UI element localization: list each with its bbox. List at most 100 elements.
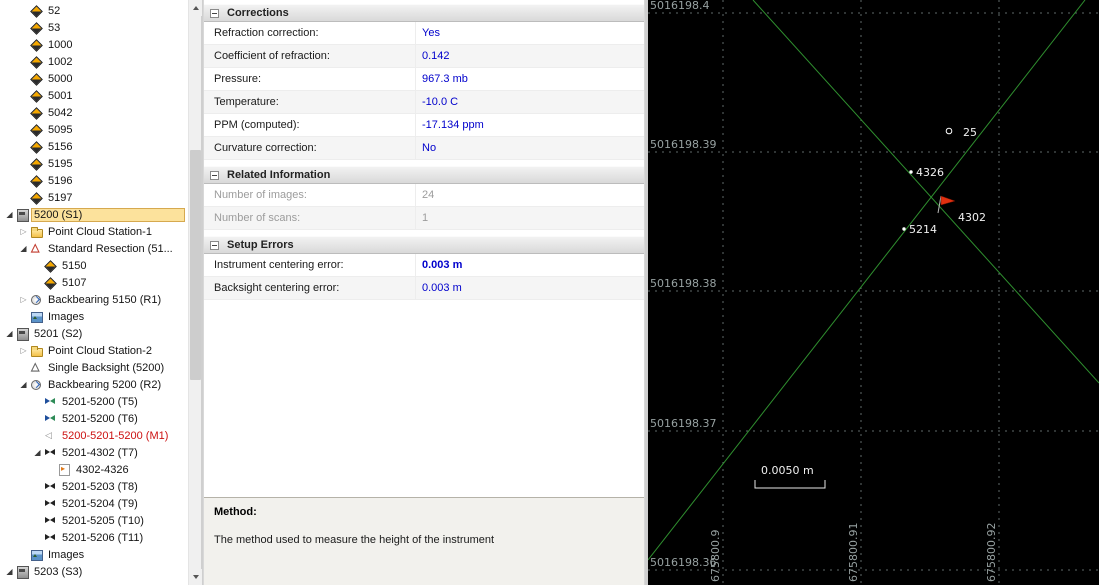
property-value[interactable]: 24 [416, 184, 644, 206]
tree-item[interactable]: 5195 [0, 155, 188, 172]
tree-item-label: 5200 (S1) [31, 208, 185, 222]
collapse-section-icon[interactable] [210, 9, 219, 18]
tree-item-label: 5201-4302 (T7) [59, 446, 141, 460]
tree-item[interactable]: 5201 (S2) [0, 325, 188, 342]
section-title: Corrections [227, 7, 289, 19]
point-marker-circle[interactable] [946, 128, 952, 134]
property-value[interactable]: -10.0 C [416, 91, 644, 113]
property-value[interactable]: 0.142 [416, 45, 644, 67]
tree-item[interactable]: 5150 [0, 257, 188, 274]
property-value[interactable]: 0.003 m [416, 254, 644, 276]
property-row: Coefficient of refraction:0.142 [204, 45, 644, 68]
tree-item[interactable]: 52 [0, 2, 188, 19]
scroll-down-icon[interactable] [189, 569, 202, 585]
tree-item[interactable]: 5001 [0, 87, 188, 104]
tree-item[interactable]: Single Backsight (5200) [0, 359, 188, 376]
section-header[interactable]: Related Information [204, 166, 644, 184]
property-value[interactable]: -17.134 ppm [416, 114, 644, 136]
tree-item[interactable]: 5200 (S1) [0, 206, 188, 223]
tree-expanded-icon[interactable] [3, 325, 16, 342]
tree-item[interactable]: 5201-5204 (T9) [0, 495, 188, 512]
plan-view-panel[interactable]: 5016198.45016198.395016198.385016198.375… [648, 0, 1099, 585]
northing-axis-label: 5016198.36 [650, 556, 716, 569]
tree-item[interactable]: Backbearing 5200 (R2) [0, 376, 188, 393]
property-row: Curvature correction:No [204, 137, 644, 160]
tree-expanded-icon[interactable] [3, 563, 16, 580]
tree-expanded-icon[interactable] [31, 444, 44, 461]
tree-item-label: Backbearing 5200 (R2) [45, 378, 164, 392]
tree-expanded-icon[interactable] [17, 240, 30, 257]
obs-t7-icon [44, 531, 57, 544]
properties-sections: CorrectionsRefraction correction:YesCoef… [204, 0, 644, 497]
tree-item[interactable]: 5201-5205 (T10) [0, 512, 188, 529]
easting-axis-label: 675800.92 [985, 523, 998, 583]
tree-item[interactable]: 5201-5206 (T11) [0, 529, 188, 546]
tree-item-label: 5201-5200 (T5) [59, 395, 141, 409]
tree-item[interactable]: 5197 [0, 189, 188, 206]
tree-item[interactable]: Point Cloud Station-2 [0, 342, 188, 359]
tree-item[interactable]: 5000 [0, 70, 188, 87]
collapse-section-icon[interactable] [210, 171, 219, 180]
plan-view-svg[interactable]: 5016198.45016198.395016198.385016198.375… [648, 0, 1099, 585]
property-value[interactable]: 1 [416, 207, 644, 229]
tree-item[interactable]: 5203 (S3) [0, 563, 188, 580]
point-icon [30, 38, 43, 51]
tree-item-label: 5201-5206 (T11) [59, 531, 146, 545]
tree-item-label: 5000 [45, 72, 75, 86]
point-icon [30, 55, 43, 68]
tree-item[interactable]: Images [0, 546, 188, 563]
property-section: Related InformationNumber of images:24Nu… [204, 166, 644, 230]
northing-axis-label: 5016198.39 [650, 138, 716, 151]
property-value[interactable]: 967.3 mb [416, 68, 644, 90]
tree-scrollbar[interactable] [188, 0, 201, 585]
scrollbar-thumb[interactable] [190, 150, 201, 380]
property-value[interactable]: No [416, 137, 644, 159]
tree-collapsed-icon[interactable] [17, 223, 30, 240]
point-icon [44, 276, 57, 289]
property-row: Backsight centering error:0.003 m [204, 277, 644, 300]
collapse-section-icon[interactable] [210, 241, 219, 250]
map-point-label: 4326 [916, 166, 944, 179]
section-header[interactable]: Setup Errors [204, 236, 644, 254]
tree-expanded-icon[interactable] [17, 376, 30, 393]
station-flag-icon[interactable] [941, 196, 955, 205]
tree-item-label: Single Backsight (5200) [45, 361, 167, 375]
tree-expanded-icon[interactable] [3, 206, 16, 223]
scroll-up-icon[interactable] [189, 0, 202, 16]
tree-item-label: 5201-5204 (T9) [59, 497, 141, 511]
tree-item[interactable]: Point Cloud Station-1 [0, 223, 188, 240]
tree-item[interactable]: 5196 [0, 172, 188, 189]
property-value[interactable]: 0.003 m [416, 277, 644, 299]
property-label: Instrument centering error: [204, 254, 416, 276]
tree-item[interactable]: Backbearing 5150 (R1) [0, 291, 188, 308]
tree-item[interactable]: 5095 [0, 121, 188, 138]
easting-axis-label: 675800.9 [709, 530, 722, 583]
tree-item[interactable]: 4302-4326 [0, 461, 188, 478]
tree-item[interactable]: Images [0, 308, 188, 325]
tree-item[interactable]: 1000 [0, 36, 188, 53]
tree-item[interactable]: 5200-5201-5200 (M1) [0, 427, 188, 444]
property-value[interactable]: Yes [416, 22, 644, 44]
point-marker-dot[interactable] [909, 170, 912, 173]
tree-item[interactable]: 5107 [0, 274, 188, 291]
tree-collapsed-icon[interactable] [17, 291, 30, 308]
tree-item[interactable]: 5156 [0, 138, 188, 155]
project-explorer-tree: 525310001002 50005001504250955156 51955196… [0, 2, 188, 580]
tree-item-label: 5201-5203 (T8) [59, 480, 141, 494]
scale-bar [755, 480, 825, 488]
tree-item-label: Point Cloud Station-2 [45, 344, 155, 358]
point-marker-dot[interactable] [902, 227, 905, 230]
tree-item[interactable]: 5042 [0, 104, 188, 121]
property-label: Backsight centering error: [204, 277, 416, 299]
tree-item[interactable]: 5201-4302 (T7) [0, 444, 188, 461]
section-header[interactable]: Corrections [204, 4, 644, 22]
tree-item[interactable]: 1002 [0, 53, 188, 70]
tree-collapsed-icon[interactable] [17, 342, 30, 359]
tree-item[interactable]: 5201-5200 (T5) [0, 393, 188, 410]
backsight-icon [30, 361, 43, 374]
tree-item-label: 5195 [45, 157, 75, 171]
tree-item[interactable]: 5201-5200 (T6) [0, 410, 188, 427]
tree-item[interactable]: Standard Resection (51... [0, 240, 188, 257]
tree-item[interactable]: 53 [0, 19, 188, 36]
tree-item[interactable]: 5201-5203 (T8) [0, 478, 188, 495]
